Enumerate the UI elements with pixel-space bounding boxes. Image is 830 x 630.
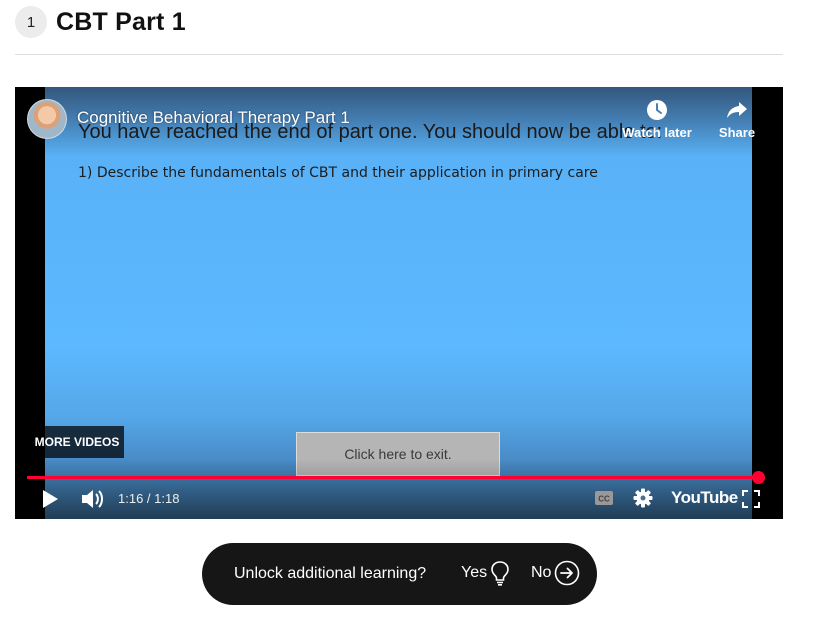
mute-button[interactable] [79, 487, 105, 511]
svg-text:CC: CC [598, 495, 610, 504]
arrow-right-circle-icon [555, 560, 580, 586]
subtitles-button[interactable]: CC [594, 490, 614, 506]
section-header: 1 CBT Part 1 [15, 4, 186, 40]
progress-bar[interactable] [27, 476, 758, 479]
more-videos-button[interactable]: MORE VIDEOS [30, 426, 124, 458]
unlock-learning-prompt: Unlock additional learning? Yes No [202, 543, 597, 605]
closed-captions-icon: CC [595, 491, 613, 505]
fullscreen-icon [742, 490, 760, 508]
play-button[interactable] [39, 489, 61, 509]
current-time: 1:16 [118, 491, 144, 506]
no-label: No [531, 564, 552, 581]
header-divider [15, 54, 783, 55]
share-label: Share [718, 125, 756, 140]
page-title: CBT Part 1 [56, 7, 186, 36]
no-button[interactable]: No [531, 560, 580, 586]
time-separator: / [143, 491, 155, 506]
play-icon [43, 490, 58, 508]
lightbulb-icon [491, 561, 509, 586]
channel-avatar[interactable] [27, 99, 67, 139]
yes-label: Yes [461, 564, 488, 581]
clock-icon [647, 100, 667, 120]
share-arrow-icon [727, 102, 747, 118]
volume-icon [82, 490, 103, 508]
settings-button[interactable] [633, 488, 653, 508]
prompt-question: Unlock additional learning? [234, 565, 427, 582]
progress-scrubber-handle[interactable] [752, 471, 765, 484]
bottom-gradient-overlay [15, 459, 783, 519]
video-title-link[interactable]: Cognitive Behavioral Therapy Part 1 [77, 108, 350, 128]
watch-later-button[interactable]: Watch later [621, 99, 693, 140]
time-display: 1:16 / 1:18 [118, 491, 179, 506]
video-player[interactable]: You have reached the end of part one. Yo… [15, 87, 783, 519]
yes-button[interactable]: Yes [461, 560, 510, 586]
watch-later-label: Watch later [622, 125, 692, 140]
fullscreen-button[interactable] [741, 489, 761, 509]
slide-bullet-point: 1) Describe the fundamentals of CBT and … [78, 165, 598, 181]
video-duration: 1:18 [154, 491, 180, 506]
youtube-logo-link[interactable]: YouTube [671, 488, 738, 508]
gear-icon [633, 488, 653, 508]
share-button[interactable]: Share [715, 99, 759, 140]
step-number-badge: 1 [15, 6, 47, 38]
